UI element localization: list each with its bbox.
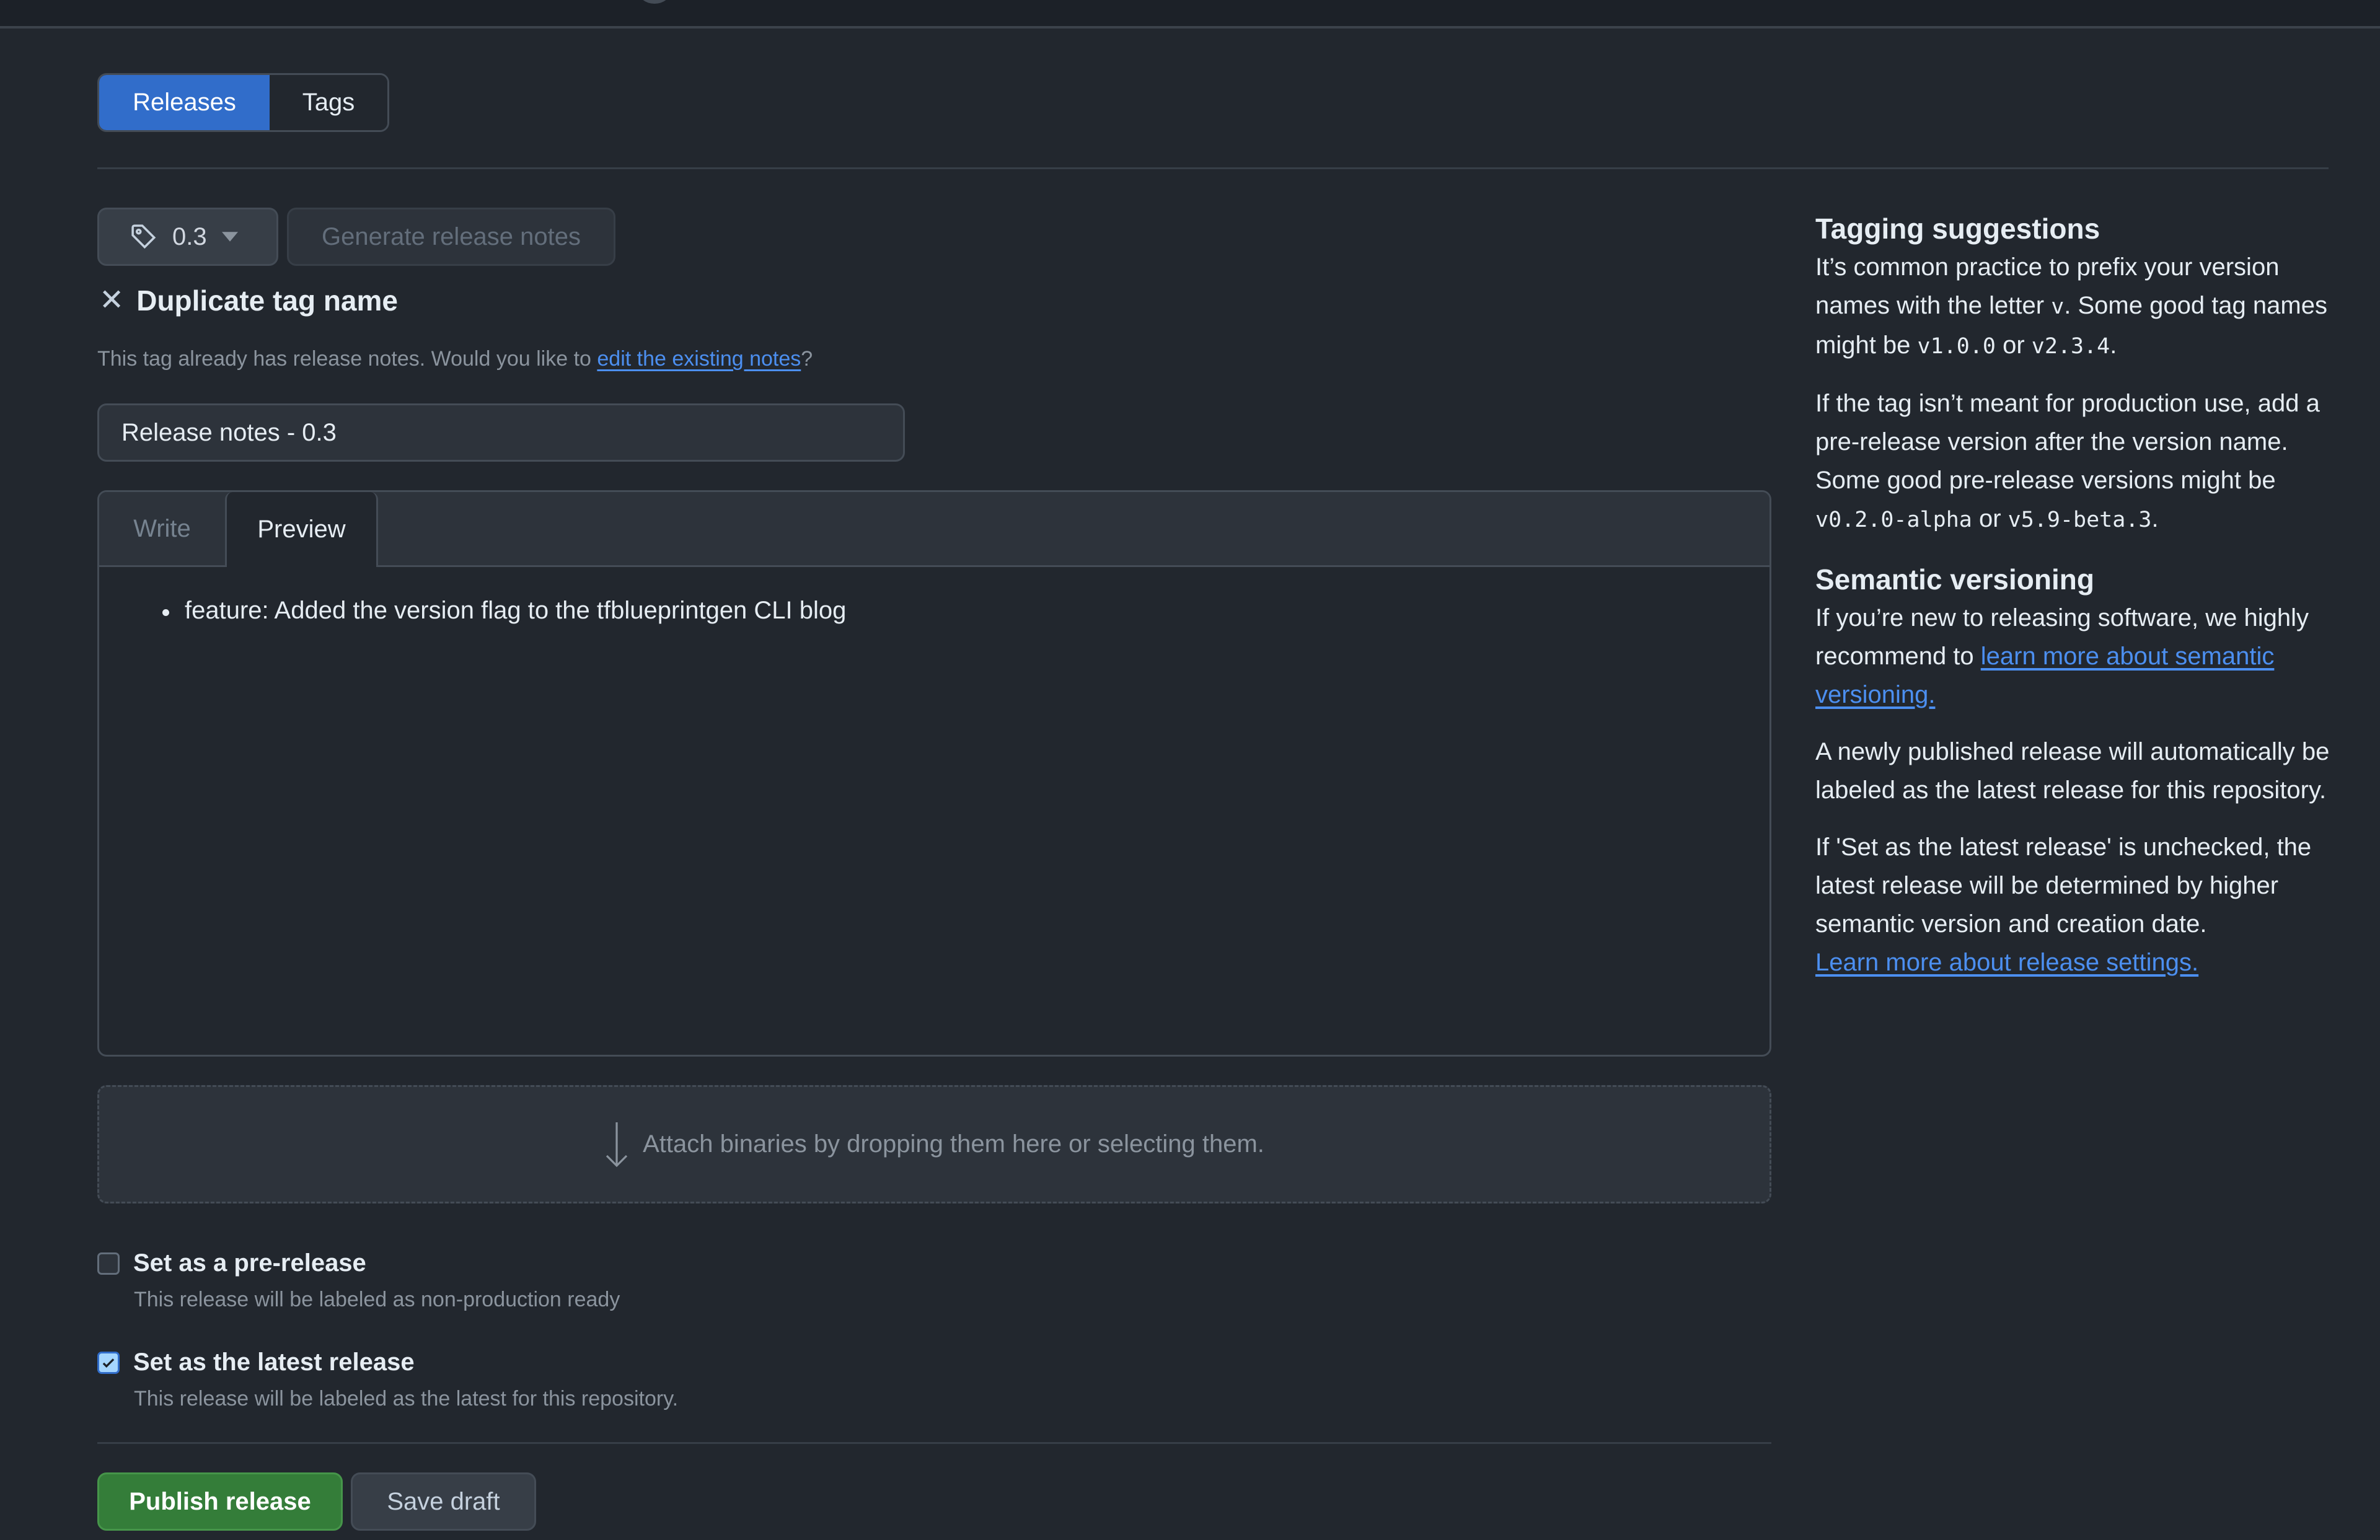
triangle-down-icon xyxy=(221,232,238,242)
text: . xyxy=(2151,504,2159,532)
text: or xyxy=(1995,331,2032,359)
save-draft-button[interactable]: Save draft xyxy=(351,1472,536,1531)
latest-release-option: Set as the latest release xyxy=(97,1349,415,1376)
top-header-bar xyxy=(0,0,2380,29)
tagging-paragraph-1: It’s common practice to prefix your vers… xyxy=(1815,248,2330,366)
tagging-suggestions-heading: Tagging suggestions xyxy=(1815,213,2100,245)
text: If 'Set as the latest release' is unchec… xyxy=(1815,833,2312,938)
tag-select-button[interactable]: 0.3 xyxy=(97,208,278,266)
releases-tags-nav: Releases Tags xyxy=(97,73,389,132)
latest-release-description: This release will be labeled as the late… xyxy=(134,1387,679,1410)
code: v xyxy=(2051,294,2065,319)
tagging-suggestions-panel: Tagging suggestions It’s common practice… xyxy=(1815,211,2330,539)
check-icon xyxy=(102,1358,115,1368)
tab-tags[interactable]: Tags xyxy=(270,75,387,130)
release-settings-link[interactable]: Learn more about release settings. xyxy=(1815,949,2198,976)
error-title: Duplicate tag name xyxy=(136,284,398,317)
tab-releases[interactable]: Releases xyxy=(99,75,270,130)
tag-icon xyxy=(131,224,156,249)
text: . xyxy=(2110,331,2117,359)
text: If the tag isn’t meant for production us… xyxy=(1815,389,2320,494)
attach-label: Attach binaries by dropping them here or… xyxy=(643,1130,1264,1158)
generate-release-notes-button[interactable]: Generate release notes xyxy=(287,208,615,266)
error-message-text: This tag already has release notes. Woul… xyxy=(97,347,597,371)
attach-binaries-dropzone[interactable]: Attach binaries by dropping them here or… xyxy=(97,1085,1771,1203)
release-notes-editor: Write Preview feature: Added the version… xyxy=(97,490,1771,1057)
prerelease-description: This release will be labeled as non-prod… xyxy=(134,1288,620,1311)
preview-list: feature: Added the version flag to the t… xyxy=(162,597,847,625)
prerelease-checkbox[interactable] xyxy=(97,1252,120,1275)
semver-paragraph-1: If you’re new to releasing software, we … xyxy=(1815,599,2330,714)
divider xyxy=(97,1442,1771,1444)
duplicate-tag-error: ✕ Duplicate tag name xyxy=(99,284,398,317)
tagging-paragraph-2: If the tag isn’t meant for production us… xyxy=(1815,384,2330,539)
code-example: v5.9-beta.3 xyxy=(2008,507,2152,532)
code-example: v1.0.0 xyxy=(1917,333,1996,359)
tab-write[interactable]: Write xyxy=(99,492,225,565)
divider xyxy=(97,167,2329,169)
tab-preview[interactable]: Preview xyxy=(225,492,378,567)
x-icon: ✕ xyxy=(99,284,125,317)
latest-release-checkbox[interactable] xyxy=(97,1351,120,1374)
latest-release-label[interactable]: Set as the latest release xyxy=(133,1349,415,1376)
arrow-down-icon xyxy=(606,1122,628,1167)
semantic-versioning-heading: Semantic versioning xyxy=(1815,563,2094,596)
preview-body: feature: Added the version flag to the t… xyxy=(99,567,1770,1055)
tag-select-value: 0.3 xyxy=(172,222,207,250)
prerelease-option: Set as a pre-release xyxy=(97,1249,366,1277)
semver-paragraph-3: If 'Set as the latest release' is unchec… xyxy=(1815,828,2330,982)
code-example: v0.2.0-alpha xyxy=(1815,507,1972,532)
publish-release-button[interactable]: Publish release xyxy=(97,1472,343,1531)
edit-existing-notes-link[interactable]: edit the existing notes xyxy=(597,347,801,371)
error-message-end: ? xyxy=(801,347,813,371)
code-example: v2.3.4 xyxy=(2031,333,2110,359)
release-title-input[interactable] xyxy=(97,403,905,462)
semver-paragraph-2: A newly published release will automatic… xyxy=(1815,737,2330,804)
list-item: feature: Added the version flag to the t… xyxy=(162,597,847,624)
prerelease-label[interactable]: Set as a pre-release xyxy=(133,1249,366,1277)
text: or xyxy=(1972,504,2008,532)
semantic-versioning-panel: Semantic versioning If you’re new to rel… xyxy=(1815,561,2330,982)
error-message: This tag already has release notes. Woul… xyxy=(97,347,813,371)
